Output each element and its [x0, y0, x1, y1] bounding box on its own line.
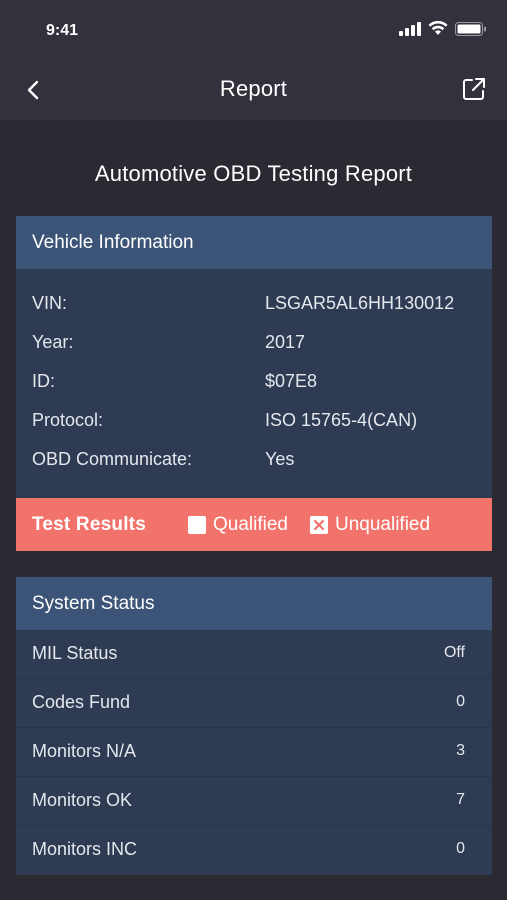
info-row-year: Year: 2017	[16, 324, 492, 363]
share-button[interactable]	[461, 76, 487, 102]
vehicle-information-card: Vehicle Information VIN: LSGAR5AL6HH1300…	[16, 216, 492, 498]
battery-icon	[455, 21, 486, 36]
status-row-mil: MIL Status Off	[16, 630, 492, 679]
vehicle-information-header: Vehicle Information	[16, 216, 492, 269]
status-value: 3	[456, 742, 465, 759]
unqualified-option[interactable]: Unqualified	[309, 513, 431, 536]
signal-icon	[399, 21, 421, 36]
status-row-monitors-na: Monitors N/A 3	[16, 728, 492, 777]
info-label: ID:	[32, 371, 56, 391]
status-label: MIL Status	[32, 643, 118, 663]
unqualified-checkbox[interactable]	[309, 515, 328, 534]
info-value: ISO 15765-4(CAN)	[265, 410, 418, 430]
qualified-label: Qualified	[212, 513, 288, 535]
info-label: Protocol:	[32, 410, 104, 430]
info-row-obd-communicate: OBD Communicate: Yes	[16, 441, 492, 480]
status-value: Off	[443, 644, 465, 661]
info-label: Year:	[32, 332, 74, 352]
info-value: Yes	[265, 449, 295, 469]
test-results-bar: Test Results Qualified Unqualified	[16, 498, 492, 551]
status-time: 9:41	[46, 22, 79, 39]
page-title: Report	[219, 76, 288, 101]
status-label: Codes Fund	[32, 692, 131, 712]
info-row-vin: VIN: LSGAR5AL6HH130012	[16, 285, 492, 324]
info-row-id: ID: $07E8	[16, 363, 492, 402]
info-label: OBD Communicate:	[32, 449, 193, 469]
test-results-label: Test Results	[32, 513, 146, 535]
status-row-codes: Codes Fund 0	[16, 679, 492, 728]
status-bar: 9:41	[0, 0, 507, 60]
info-value: LSGAR5AL6HH130012	[265, 293, 455, 313]
share-icon	[463, 78, 485, 100]
system-status-header: System Status	[16, 577, 492, 630]
status-label: Monitors OK	[32, 790, 133, 810]
wifi-icon	[428, 21, 448, 35]
vehicle-information-body: VIN: LSGAR5AL6HH130012 Year: 2017 ID: $0…	[16, 269, 492, 498]
info-value: $07E8	[265, 371, 318, 391]
status-value: 0	[456, 840, 465, 857]
nav-bar: Report	[0, 60, 507, 120]
info-row-protocol: Protocol: ISO 15765-4(CAN)	[16, 402, 492, 441]
qualified-checkbox[interactable]	[187, 515, 206, 534]
status-label: Monitors N/A	[32, 741, 137, 761]
status-icons	[399, 21, 487, 36]
status-value: 7	[456, 791, 465, 808]
report-title: Automotive OBD Testing Report	[94, 161, 413, 186]
status-row-monitors-ok: Monitors OK 7	[16, 777, 492, 826]
info-value: 2017	[265, 332, 306, 352]
system-status-card: System Status MIL Status Off Codes Fund …	[16, 577, 492, 875]
status-row-monitors-inc: Monitors INC 0	[16, 826, 492, 875]
x-mark-icon	[313, 519, 325, 530]
qualified-option[interactable]: Qualified	[187, 513, 288, 536]
status-label: Monitors INC	[32, 839, 138, 859]
unqualified-label: Unqualified	[334, 513, 431, 535]
info-label: VIN:	[32, 293, 68, 313]
system-status-body: MIL Status Off Codes Fund 0 Monitors N/A…	[16, 630, 492, 875]
status-value: 0	[456, 693, 465, 710]
